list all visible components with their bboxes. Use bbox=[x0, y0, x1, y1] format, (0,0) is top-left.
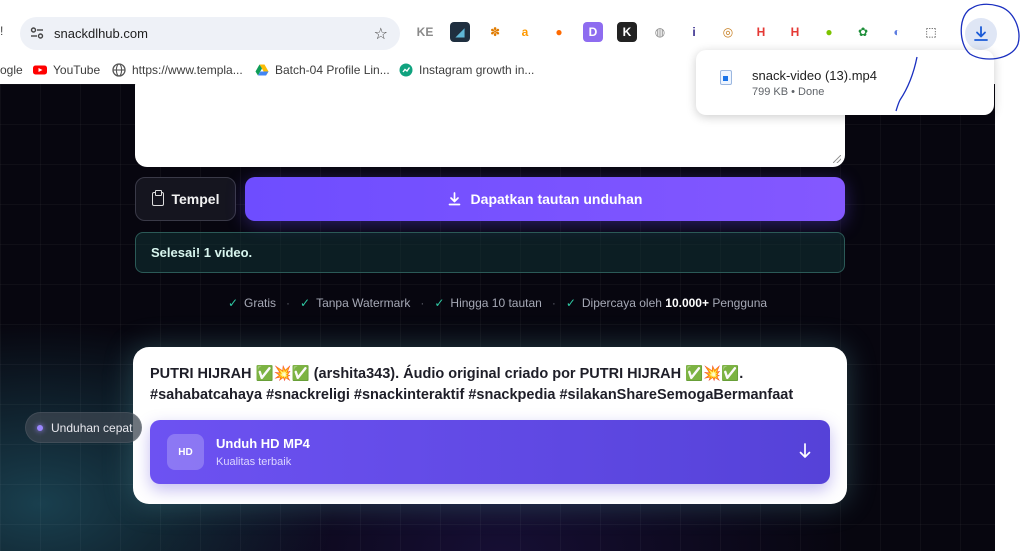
resize-grip-icon[interactable] bbox=[833, 155, 841, 163]
extension-icon[interactable]: i bbox=[684, 22, 704, 42]
downloads-bubble: snack-video (13).mp4 799 KB • Done bbox=[696, 50, 994, 115]
download-meta: 799 KB • Done bbox=[752, 86, 825, 98]
check-icon: ✓ bbox=[227, 296, 238, 310]
bookmark-google[interactable]: ogle bbox=[0, 61, 23, 79]
extension-icon[interactable]: ● bbox=[819, 22, 839, 42]
check-icon: ✓ bbox=[300, 296, 311, 310]
extension-icon[interactable]: D bbox=[583, 22, 603, 42]
separator-dot: · bbox=[420, 296, 425, 310]
extension-icon[interactable]: ◎ bbox=[718, 22, 738, 42]
paste-label: Tempel bbox=[171, 191, 220, 207]
paste-button[interactable]: Tempel bbox=[135, 177, 236, 221]
extension-icon[interactable]: ✽ bbox=[485, 22, 505, 42]
extension-icon[interactable]: ⬚ bbox=[921, 22, 941, 42]
extension-icon[interactable]: KE bbox=[415, 22, 435, 42]
extension-icon[interactable]: H bbox=[785, 22, 805, 42]
status-message: Selesai! 1 video. bbox=[135, 232, 845, 273]
status-dot-icon bbox=[37, 424, 43, 431]
feature-text-post: Pengguna bbox=[708, 296, 768, 310]
feature-text: Hingga 10 tautan bbox=[450, 296, 542, 310]
bookmark-label: Instagram growth in... bbox=[419, 63, 535, 77]
page-right-edge bbox=[995, 84, 1024, 551]
edge-glyph: ! bbox=[0, 24, 4, 38]
get-download-link-button[interactable]: Dapatkan tautan unduhan bbox=[245, 177, 845, 221]
separator-dot: · bbox=[286, 296, 291, 310]
separator-dot: · bbox=[551, 296, 556, 310]
extension-icon[interactable]: ◍ bbox=[650, 22, 670, 42]
clipboard-icon bbox=[151, 190, 164, 206]
feature-text-pre: Dipercaya oleh bbox=[581, 296, 666, 310]
bookmark-label: https://www.templa... bbox=[132, 63, 243, 77]
quick-download-pill[interactable]: Unduhan cepat bbox=[25, 412, 142, 443]
feature-item: ✓ Hingga 10 tautan bbox=[434, 296, 541, 310]
bookmark-star-icon[interactable]: ☆ bbox=[374, 24, 388, 44]
get-download-label: Dapatkan tautan unduhan bbox=[470, 191, 643, 207]
site-settings-icon[interactable] bbox=[30, 26, 44, 40]
bookmark-youtube[interactable]: YouTube bbox=[33, 61, 100, 79]
download-filename[interactable]: snack-video (13).mp4 bbox=[752, 68, 877, 83]
check-icon: ✓ bbox=[434, 296, 445, 310]
extension-icon[interactable]: H bbox=[751, 22, 771, 42]
extension-icon[interactable]: ● bbox=[549, 22, 569, 42]
extension-icon[interactable]: ◢ bbox=[450, 22, 470, 42]
bookmark-batch04[interactable]: Batch-04 Profile Lin... bbox=[255, 61, 390, 79]
video-title: PUTRI HIJRAH ✅💥✅ (arshita343). Áudio ori… bbox=[150, 366, 794, 403]
download-icon bbox=[448, 192, 460, 206]
address-bar[interactable]: snackdlhub.com ☆ bbox=[20, 17, 400, 50]
feature-count: 10.000+ bbox=[665, 296, 709, 310]
extension-icon[interactable]: a bbox=[515, 22, 535, 42]
extension-icon[interactable]: ◐ bbox=[887, 22, 907, 42]
hd-subtitle: Kualitas terbaik bbox=[216, 456, 292, 468]
growth-icon bbox=[399, 63, 413, 77]
video-result-card: PUTRI HIJRAH ✅💥✅ (arshita343). Áudio ori… bbox=[133, 347, 847, 504]
feature-item: ✓ Tanpa Watermark bbox=[300, 296, 410, 310]
quick-download-label: Unduhan cepat bbox=[51, 420, 133, 435]
extension-icon[interactable]: ✿ bbox=[853, 22, 873, 42]
download-hd-mp4-button[interactable]: HD Unduh HD MP4 Kualitas terbaik bbox=[150, 420, 830, 484]
feature-list: ✓ Gratis · ✓ Tanpa Watermark · ✓ Hingga … bbox=[0, 293, 995, 313]
downloads-button[interactable] bbox=[965, 18, 997, 50]
hd-title: Unduh HD MP4 bbox=[216, 436, 310, 451]
globe-icon bbox=[112, 63, 126, 77]
browser-toolbar: ! snackdlhub.com ☆ KE ◢ ✽ a ● D K ◍ i ◎ H H ● ✿ ◐ ⬚ bbox=[0, 0, 1024, 56]
video-file-icon bbox=[720, 70, 732, 85]
feature-text: Tanpa Watermark bbox=[316, 296, 411, 310]
feature-item: ✓ Gratis bbox=[228, 296, 276, 310]
arrow-down-icon bbox=[799, 443, 811, 458]
url-text[interactable]: snackdlhub.com bbox=[54, 26, 148, 41]
bookmark-template[interactable]: https://www.templa... bbox=[112, 61, 243, 79]
drive-icon bbox=[255, 64, 269, 76]
check-icon: ✓ bbox=[565, 296, 576, 310]
extension-icon[interactable]: K bbox=[617, 22, 637, 42]
feature-item: ✓ Dipercaya oleh 10.000+ Pengguna bbox=[566, 296, 767, 310]
youtube-icon bbox=[33, 65, 47, 75]
download-icon bbox=[974, 26, 988, 41]
feature-text: Gratis bbox=[244, 296, 277, 310]
bookmark-label: Batch-04 Profile Lin... bbox=[275, 63, 390, 77]
bookmark-label: YouTube bbox=[53, 63, 101, 77]
bookmark-instagram-growth[interactable]: Instagram growth in... bbox=[399, 61, 534, 79]
hd-badge: HD bbox=[167, 434, 204, 470]
bookmark-label: ogle bbox=[0, 63, 23, 77]
page-viewport: Tempel Dapatkan tautan unduhan Selesai! … bbox=[0, 84, 995, 551]
